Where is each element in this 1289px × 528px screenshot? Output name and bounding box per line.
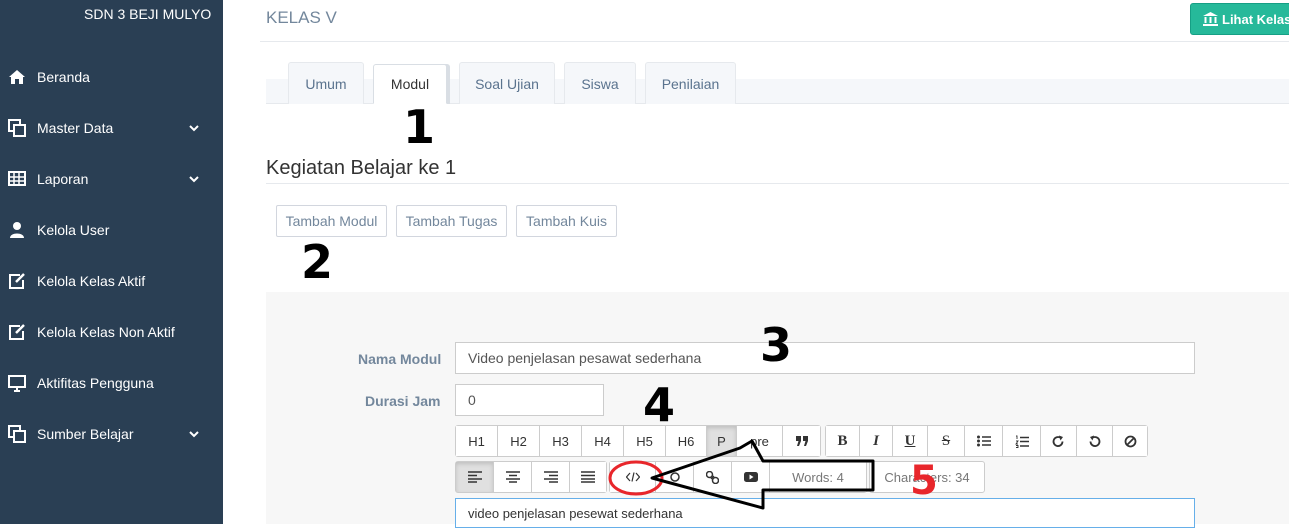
durasi-jam-input[interactable]: 0 [455, 384, 604, 416]
sidebar-item-label: Master Data [37, 120, 114, 136]
list-ul-icon [976, 435, 991, 447]
nama-modul-label: Nama Modul [358, 351, 442, 367]
sidebar-item-beranda[interactable]: Beranda [0, 62, 223, 92]
divider [260, 41, 1289, 42]
h4-button[interactable]: H4 [582, 426, 624, 456]
annotation-number-1: 1 [403, 100, 436, 154]
sidebar-item-label: Beranda [37, 69, 90, 85]
align-left-icon [467, 471, 482, 483]
home-icon [9, 70, 25, 84]
lihat-kelas-label: Lihat Kelas [1222, 11, 1289, 27]
sidebar-item-label: Kelola User [37, 222, 110, 238]
tab-siswa[interactable]: Siswa [564, 62, 636, 104]
sidebar-item-kelola-kelas-aktif[interactable]: Kelola Kelas Aktif [0, 266, 223, 296]
annotation-number-5: 5 [910, 458, 938, 504]
format-toolbar-group: B I U S [825, 425, 1148, 457]
undo-button[interactable] [1077, 426, 1113, 456]
align-center-button[interactable] [494, 462, 532, 492]
strikethrough-button[interactable]: S [928, 426, 965, 456]
sidebar-item-label: Kelola Kelas Non Aktif [37, 324, 175, 340]
h2-button[interactable]: H2 [498, 426, 540, 456]
redo-icon [1052, 435, 1064, 447]
annotation-number-4: 4 [643, 378, 676, 432]
bold-button[interactable]: B [826, 426, 860, 456]
lihat-kelas-button[interactable]: Lihat Kelas [1190, 3, 1289, 35]
annotation-number-2: 2 [301, 235, 334, 289]
chevron-down-icon [189, 125, 199, 132]
numbered-list-button[interactable] [1003, 426, 1041, 456]
h1-button[interactable]: H1 [456, 426, 498, 456]
clear-format-button[interactable] [1113, 426, 1147, 456]
paragraph-button[interactable]: P [707, 426, 737, 456]
code-view-button[interactable] [610, 462, 656, 492]
tab-penilaian[interactable]: Penilaian [645, 62, 736, 104]
youtube-play-icon [743, 472, 758, 482]
sidebar-item-label: Aktifitas Pengguna [37, 375, 154, 391]
clone-icon [8, 425, 26, 443]
sidebar-item-kelola-kelas-non-aktif[interactable]: Kelola Kelas Non Aktif [0, 317, 223, 347]
sidebar: SDN 3 BEJI MULYO Beranda Master Data Lap… [0, 0, 223, 524]
align-toolbar-group [455, 461, 607, 493]
ban-icon [1124, 435, 1136, 447]
bullet-list-button[interactable] [965, 426, 1003, 456]
clone-icon [8, 119, 26, 137]
fullscreen-button[interactable] [656, 462, 694, 492]
section-title: Kegiatan Belajar ke 1 [266, 157, 457, 179]
sidebar-item-sumber-belajar[interactable]: Sumber Belajar [0, 419, 223, 449]
sidebar-item-kelola-user[interactable]: Kelola User [0, 215, 223, 245]
durasi-jam-label: Durasi Jam [365, 393, 441, 409]
link-icon [706, 470, 719, 484]
link-button[interactable] [694, 462, 732, 492]
sidebar-item-label: Laporan [37, 171, 89, 187]
page-title: KELAS V [266, 8, 337, 27]
desktop-icon [8, 375, 26, 392]
blockquote-button[interactable] [783, 426, 820, 456]
annotation-number-3: 3 [760, 318, 793, 372]
brand-title[interactable]: SDN 3 BEJI MULYO [84, 6, 211, 22]
divider [266, 183, 1289, 184]
redo-button[interactable] [1041, 426, 1077, 456]
sidebar-item-label: Sumber Belajar [37, 426, 134, 442]
chevron-down-icon [189, 176, 199, 183]
insert-toolbar-group: Words: 4 [609, 461, 867, 493]
list-ol-icon [1014, 435, 1029, 448]
align-center-icon [505, 471, 520, 483]
main-content: KELAS V Lihat Kelas Umum Modul Soal Ujia… [223, 0, 1289, 528]
h3-button[interactable]: H3 [540, 426, 582, 456]
tambah-modul-button[interactable]: Tambah Modul [276, 205, 387, 237]
sidebar-item-laporan[interactable]: Laporan [0, 164, 223, 194]
bank-icon [1203, 12, 1218, 26]
tambah-tugas-button[interactable]: Tambah Tugas [396, 205, 507, 237]
align-justify-icon [581, 471, 595, 483]
table-icon [8, 171, 26, 186]
sidebar-item-aktifitas-pengguna[interactable]: Aktifitas Pengguna [0, 368, 223, 398]
align-left-button[interactable] [456, 462, 494, 492]
align-right-icon [543, 471, 558, 483]
quote-icon [795, 436, 808, 446]
align-justify-button[interactable] [570, 462, 606, 492]
tab-modul[interactable]: Modul [373, 64, 447, 104]
expand-icon [669, 472, 680, 482]
nama-modul-input[interactable]: Video penjelasan pesawat sederhana [455, 342, 1195, 374]
tab-soal-ujian[interactable]: Soal Ujian [459, 62, 555, 104]
undo-icon [1089, 435, 1101, 447]
tambah-kuis-button[interactable]: Tambah Kuis [516, 205, 617, 237]
edit-icon [9, 273, 25, 289]
tab-umum[interactable]: Umum [288, 62, 364, 104]
heading-toolbar-group: H1 H2 H3 H4 H5 H6 P pre [455, 425, 821, 457]
chevron-down-icon [189, 431, 199, 438]
video-button[interactable] [732, 462, 770, 492]
code-icon [625, 472, 640, 482]
italic-button[interactable]: I [860, 426, 893, 456]
sidebar-item-master-data[interactable]: Master Data [0, 113, 223, 143]
align-right-button[interactable] [532, 462, 570, 492]
edit-icon [9, 324, 25, 340]
sidebar-item-label: Kelola Kelas Aktif [37, 273, 146, 289]
user-icon [10, 222, 24, 238]
pre-button[interactable]: pre [737, 426, 783, 456]
word-count: Words: 4 [770, 462, 866, 492]
underline-button[interactable]: U [893, 426, 928, 456]
